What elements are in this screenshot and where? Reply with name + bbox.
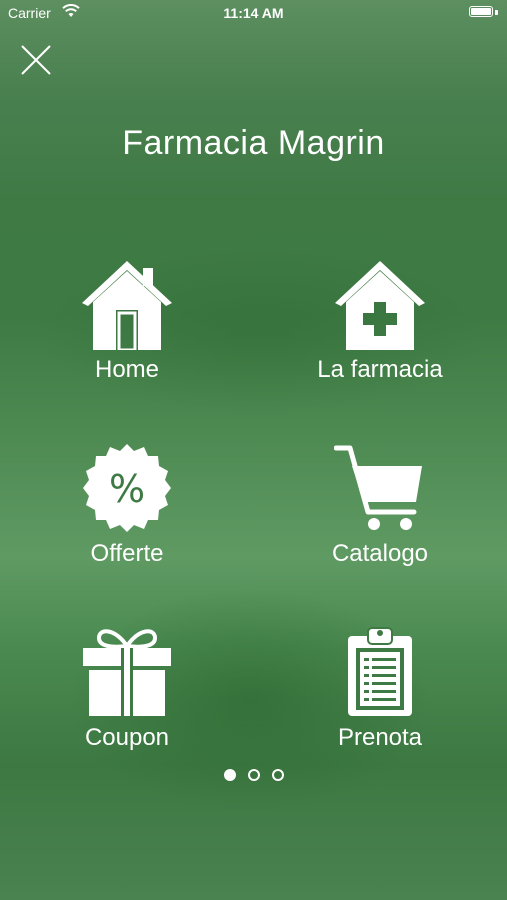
page-dot-1[interactable] bbox=[223, 769, 236, 781]
pharmacy-cross-house-icon bbox=[335, 261, 425, 350]
page-indicator bbox=[0, 768, 507, 786]
menu-label-prenota: Prenota bbox=[337, 724, 423, 751]
gift-icon bbox=[83, 629, 171, 716]
menu-item-home[interactable]: Home bbox=[27, 258, 227, 384]
shopping-cart-icon bbox=[334, 445, 422, 530]
battery-cap bbox=[495, 10, 498, 15]
menu-label-coupon: Coupon bbox=[84, 724, 170, 751]
close-icon[interactable] bbox=[20, 44, 52, 76]
battery-icon bbox=[469, 6, 493, 17]
page-dot-3[interactable] bbox=[271, 769, 284, 781]
house-icon bbox=[82, 261, 172, 350]
menu-label-offerte: Offerte bbox=[90, 540, 164, 567]
menu-label-home: Home bbox=[94, 356, 160, 383]
clock: 11:14 AM bbox=[223, 5, 284, 21]
status-bar: Carrier 11:14 AM bbox=[0, 0, 507, 28]
menu-item-coupon[interactable]: Coupon bbox=[27, 626, 227, 752]
page-dot-2[interactable] bbox=[247, 769, 260, 781]
page-title: Farmacia Magrin bbox=[122, 124, 385, 162]
menu-label-catalogo: Catalogo bbox=[331, 540, 429, 567]
clipboard-icon bbox=[348, 627, 412, 716]
svg-text:%: % bbox=[109, 467, 145, 511]
menu-label-la-farmacia: La farmacia bbox=[317, 356, 443, 383]
menu-item-catalogo[interactable]: Catalogo bbox=[280, 442, 480, 568]
menu-item-offerte[interactable]: % Offerte bbox=[27, 442, 227, 568]
menu-item-la-farmacia[interactable]: La farmacia bbox=[280, 258, 480, 384]
menu-item-prenota[interactable]: Prenota bbox=[280, 626, 480, 752]
percent-badge-icon: % bbox=[83, 444, 171, 532]
